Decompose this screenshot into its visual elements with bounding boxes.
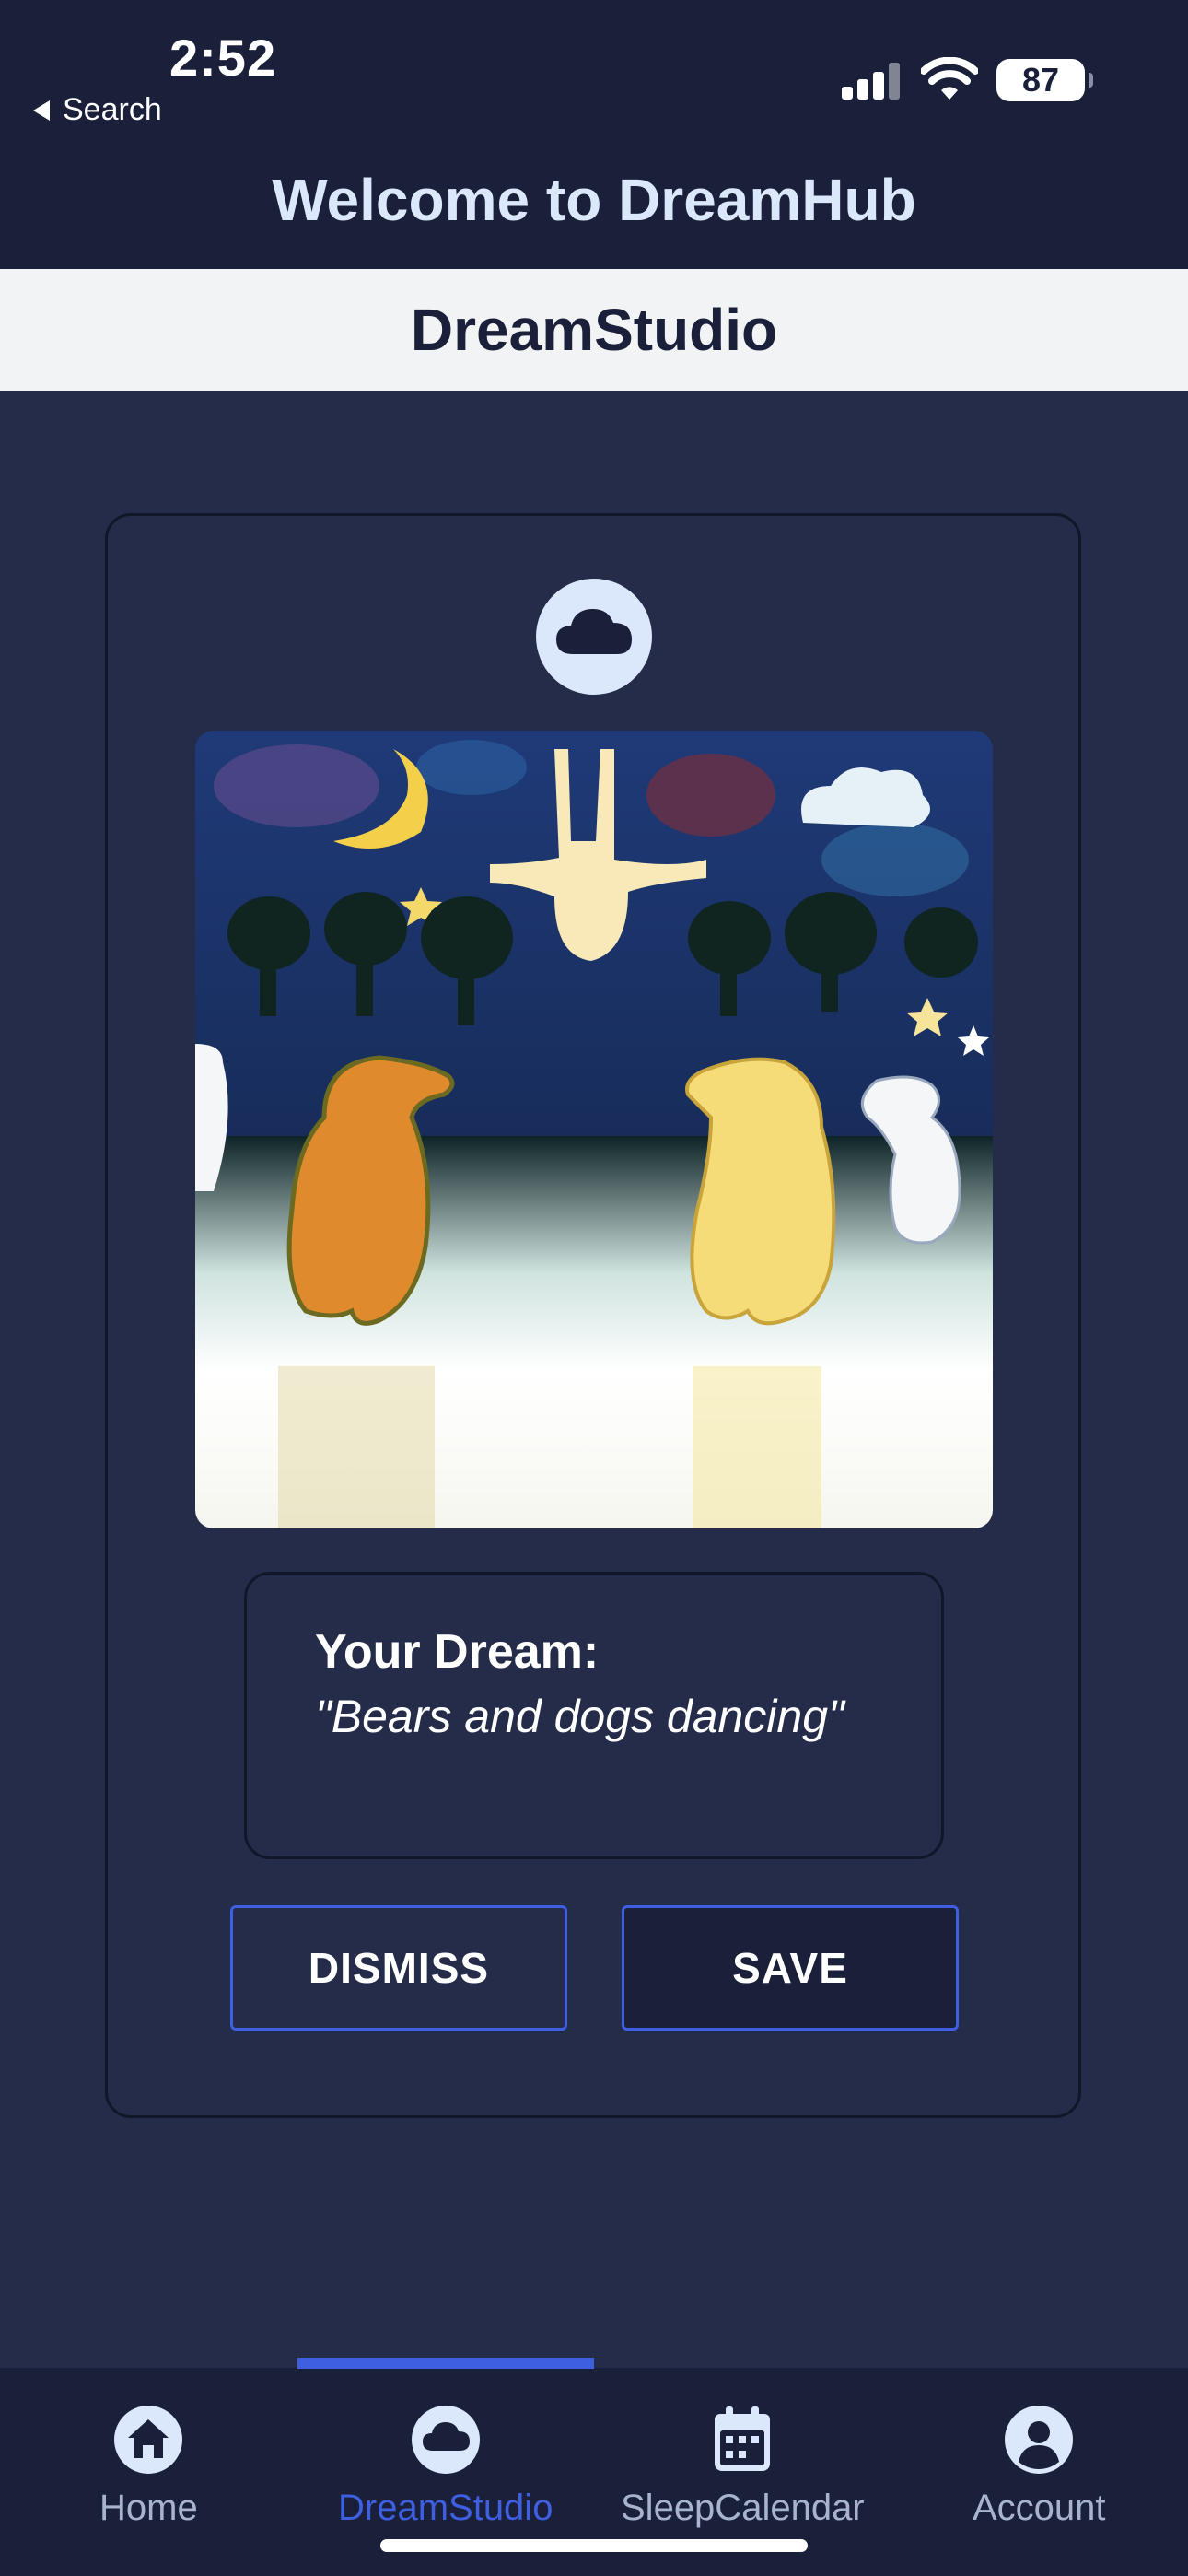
tab-account[interactable]: Account [973, 2405, 1106, 2529]
active-tab-indicator [297, 2358, 594, 2369]
tab-account-label: Account [973, 2488, 1106, 2528]
dream-illustration [195, 731, 993, 1528]
save-button[interactable]: SAVE [622, 1905, 959, 2031]
tab-sleepcalendar-label: SleepCalendar [621, 2488, 865, 2528]
tab-sleepcalendar[interactable]: SleepCalendar [621, 2405, 865, 2529]
app-header-title: Welcome to DreamHub [272, 167, 916, 233]
cloud-badge [536, 579, 652, 695]
tab-dreamstudio[interactable]: DreamStudio [338, 2405, 553, 2529]
dismiss-button[interactable]: DISMISS [230, 1905, 567, 2031]
back-link-label: Search [63, 92, 162, 127]
back-to-search-link[interactable]: Search [33, 92, 162, 128]
generated-dream-image [195, 731, 993, 1528]
dream-label: Your Dream: [315, 1625, 600, 1679]
battery-indicator: 87 [996, 59, 1093, 101]
tab-home[interactable]: Home [99, 2405, 198, 2529]
home-icon [114, 2406, 183, 2474]
account-icon [1005, 2406, 1074, 2474]
tab-dreamstudio-label: DreamStudio [338, 2488, 553, 2528]
cellular-signal-icon [842, 63, 901, 100]
wifi-icon [921, 57, 978, 100]
tab-home-label: Home [99, 2488, 198, 2528]
back-arrow-icon [33, 100, 50, 121]
status-time: 2:52 [169, 29, 277, 87]
dream-description-box: Your Dream: "Bears and dogs dancing" [244, 1572, 944, 1859]
cloud-icon [411, 2406, 480, 2474]
dream-text: "Bears and dogs dancing" [315, 1691, 844, 1742]
cloud-icon [556, 608, 632, 654]
page-title: DreamStudio [410, 297, 778, 363]
battery-level: 87 [1021, 61, 1060, 99]
home-indicator-bar[interactable] [380, 2539, 808, 2552]
calendar-icon [715, 2406, 771, 2471]
page-title-bar: DreamStudio [0, 269, 1188, 391]
